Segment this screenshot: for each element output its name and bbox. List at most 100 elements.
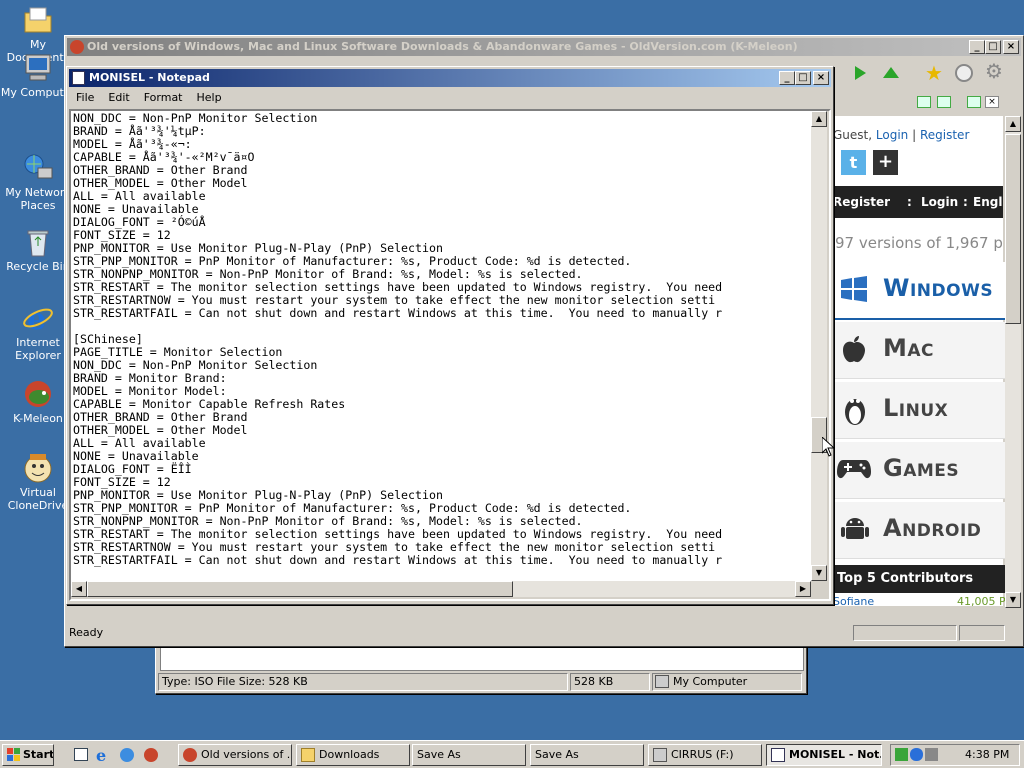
notepad-hscroll-thumb[interactable] bbox=[87, 581, 513, 597]
menu-help[interactable]: Help bbox=[190, 89, 229, 107]
guest-login-bar: Guest, Login | Register bbox=[833, 128, 970, 142]
notepad-size-grip[interactable] bbox=[811, 581, 827, 597]
k-meleon-icon bbox=[183, 748, 197, 762]
notepad-text-area[interactable]: NON_DDC = Non-PnP Monitor Selection BRAN… bbox=[71, 111, 811, 581]
bar-login-link[interactable]: Login bbox=[921, 186, 958, 218]
language-selector[interactable]: English bbox=[973, 186, 1003, 218]
contributor-name[interactable]: Sofiane bbox=[833, 596, 874, 608]
scroll-down-button[interactable]: ▼ bbox=[1005, 592, 1021, 608]
login-link[interactable]: Login bbox=[876, 128, 908, 142]
notepad-scroll-right-button[interactable]: ▶ bbox=[795, 581, 811, 597]
notepad-menubar: File Edit Format Help bbox=[69, 89, 229, 107]
k-meleon-icon bbox=[70, 40, 84, 54]
menu-file[interactable]: File bbox=[69, 89, 101, 107]
new-tab-icon[interactable] bbox=[967, 96, 981, 108]
internet-explorer-icon: e bbox=[22, 302, 54, 337]
nav-tile-mac[interactable]: Mac bbox=[833, 322, 1005, 379]
notepad-scroll-up-button[interactable]: ▲ bbox=[811, 111, 827, 127]
task-save-as-1[interactable]: Save As bbox=[412, 744, 526, 766]
task-cirrus-drive[interactable]: CIRRUS (F:) bbox=[648, 744, 762, 766]
browser-tab-controls: × bbox=[917, 94, 1017, 112]
network-places-icon bbox=[22, 152, 54, 184]
history-clock-icon[interactable] bbox=[955, 64, 973, 82]
virtual-clonedrive-icon bbox=[22, 452, 54, 484]
notepad-text: NON_DDC = Non-PnP Monitor Selection BRAN… bbox=[73, 111, 723, 567]
computer-icon bbox=[22, 52, 54, 84]
nav-label: Mac bbox=[883, 334, 935, 362]
nav-tile-android[interactable]: Android bbox=[833, 502, 1005, 559]
bookmark-star-icon[interactable]: ★ bbox=[925, 61, 943, 85]
system-tray: 4:38 PM bbox=[890, 744, 1020, 766]
status-panel bbox=[853, 625, 957, 641]
google-plus-icon[interactable]: + bbox=[873, 150, 898, 175]
nav-tile-linux[interactable]: Linux bbox=[833, 382, 1005, 439]
start-button[interactable]: Start bbox=[2, 744, 54, 766]
contributor-points: 41,005 P bbox=[957, 596, 1005, 608]
apple-logo-icon bbox=[841, 334, 867, 364]
scroll-thumb[interactable] bbox=[1005, 134, 1021, 324]
go-arrow-icon[interactable] bbox=[855, 66, 866, 80]
taskbar: Start e Old versions of ... Downloads Sa… bbox=[0, 740, 1024, 768]
clock: 4:38 PM bbox=[965, 748, 1010, 761]
tray-network-icon[interactable] bbox=[895, 748, 908, 761]
settings-gear-icon[interactable]: ⚙ bbox=[985, 59, 1003, 83]
folder-icon bbox=[301, 748, 315, 762]
nav-tile-windows[interactable]: Windows bbox=[833, 262, 1005, 320]
k-meleon-icon[interactable] bbox=[144, 748, 158, 762]
browser-status-text: Ready bbox=[69, 626, 104, 639]
nav-label: Android bbox=[883, 514, 982, 542]
show-desktop-icon[interactable] bbox=[74, 748, 88, 761]
mouse-cursor-icon bbox=[821, 435, 836, 457]
scroll-up-button[interactable]: ▲ bbox=[1005, 116, 1021, 132]
android-icon bbox=[841, 514, 869, 544]
top-contributors-header: Top 5 Contributors bbox=[833, 565, 1005, 593]
versions-count-text: 97 versions of 1,967 pro bbox=[835, 234, 1003, 252]
windows-logo-icon bbox=[839, 274, 869, 304]
windows-logo-icon bbox=[7, 748, 21, 762]
status-panel bbox=[959, 625, 1005, 641]
computer-icon bbox=[655, 675, 669, 688]
up-arrow-icon[interactable] bbox=[883, 67, 899, 78]
notepad-icon bbox=[771, 748, 785, 762]
tab-icon[interactable] bbox=[917, 96, 931, 108]
explorer-status-zone: My Computer bbox=[652, 673, 802, 691]
nav-tile-games[interactable]: Games bbox=[833, 442, 1005, 499]
browser-titlebar[interactable]: Old versions of Windows, Mac and Linux S… bbox=[67, 38, 1021, 56]
drive-icon bbox=[653, 748, 667, 762]
menu-edit[interactable]: Edit bbox=[101, 89, 136, 107]
notepad-vertical-scrollbar[interactable] bbox=[811, 111, 827, 581]
notepad-icon bbox=[72, 71, 85, 85]
register-link[interactable]: Register bbox=[920, 128, 969, 142]
notepad-close-button[interactable]: × bbox=[813, 71, 829, 85]
browser-title: Old versions of Windows, Mac and Linux S… bbox=[87, 40, 798, 53]
notepad-maximize-button[interactable]: □ bbox=[795, 71, 811, 85]
notepad-title: MONISEL - Notepad bbox=[89, 71, 210, 84]
nav-label: Games bbox=[883, 454, 960, 482]
tab-icon[interactable] bbox=[937, 96, 951, 108]
linux-penguin-icon bbox=[841, 392, 869, 426]
notepad-scroll-left-button[interactable]: ◀ bbox=[71, 581, 87, 597]
browser-maximize-button[interactable]: □ bbox=[985, 40, 1001, 54]
svg-text:e: e bbox=[27, 302, 46, 334]
folder-documents-icon bbox=[22, 4, 54, 36]
explorer-status-size: 528 KB bbox=[570, 673, 650, 691]
twitter-icon[interactable]: t bbox=[841, 150, 866, 175]
tray-volume-icon[interactable] bbox=[910, 748, 923, 761]
browser-minimize-button[interactable]: _ bbox=[969, 40, 985, 54]
task-save-as-2[interactable]: Save As bbox=[530, 744, 644, 766]
task-notepad[interactable]: MONISEL - Not... bbox=[766, 744, 882, 766]
notepad-scroll-down-button[interactable]: ▼ bbox=[811, 565, 827, 581]
task-browser[interactable]: Old versions of ... bbox=[178, 744, 292, 766]
task-downloads[interactable]: Downloads bbox=[296, 744, 410, 766]
tray-icon[interactable] bbox=[925, 748, 938, 761]
notepad-titlebar[interactable]: MONISEL - Notepad bbox=[69, 69, 831, 87]
close-tab-icon[interactable]: × bbox=[985, 96, 999, 108]
browser-close-button[interactable]: × bbox=[1003, 40, 1019, 54]
explorer-status-left: Type: ISO File Size: 528 KB bbox=[158, 673, 568, 691]
notepad-minimize-button[interactable]: _ bbox=[779, 71, 795, 85]
gamepad-icon bbox=[837, 456, 871, 480]
network-icon[interactable] bbox=[120, 748, 134, 762]
menu-format[interactable]: Format bbox=[137, 89, 190, 107]
bar-register-link[interactable]: Register bbox=[833, 186, 890, 218]
internet-explorer-icon[interactable]: e bbox=[96, 746, 106, 765]
